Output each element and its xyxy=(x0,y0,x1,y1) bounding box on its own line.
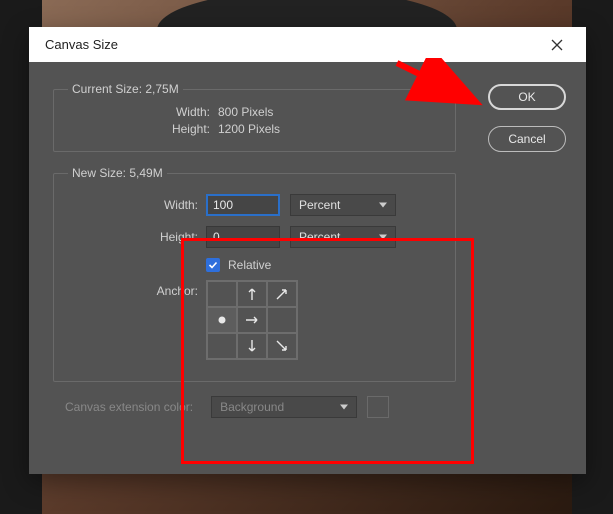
new-height-label: Height: xyxy=(68,230,206,244)
anchor-grid[interactable] xyxy=(206,280,298,360)
width-unit-value: Percent xyxy=(299,198,340,212)
current-size-group: Current Size: 2,75M Width: 800 Pixels He… xyxy=(53,82,456,152)
anchor-top-left[interactable] xyxy=(207,281,237,307)
anchor-left[interactable] xyxy=(207,307,237,333)
width-input[interactable] xyxy=(206,194,280,216)
height-unit-select[interactable]: Percent xyxy=(290,226,396,248)
anchor-bottom-right[interactable] xyxy=(267,333,297,359)
anchor-right[interactable] xyxy=(267,307,297,333)
current-width-label: Width: xyxy=(68,105,218,119)
new-size-legend: New Size: 5,49M xyxy=(68,166,167,180)
anchor-top-right[interactable] xyxy=(267,281,297,307)
dialog-title: Canvas Size xyxy=(45,37,538,52)
chevron-down-icon xyxy=(379,203,387,208)
current-height-label: Height: xyxy=(68,122,218,136)
close-icon xyxy=(551,39,563,51)
canvas-extension-select[interactable]: Background xyxy=(211,396,357,418)
height-unit-value: Percent xyxy=(299,230,340,244)
new-size-group: New Size: 5,49M Width: Percent Height: P… xyxy=(53,166,456,382)
relative-label: Relative xyxy=(228,258,271,272)
anchor-bottom-left[interactable] xyxy=(207,333,237,359)
close-button[interactable] xyxy=(538,31,576,59)
current-height-value: 1200 Pixels xyxy=(218,122,280,136)
anchor-bottom[interactable] xyxy=(237,333,267,359)
canvas-extension-label: Canvas extension color: xyxy=(65,400,201,414)
current-width-value: 800 Pixels xyxy=(218,105,273,119)
anchor-label: Anchor: xyxy=(68,280,206,298)
anchor-top[interactable] xyxy=(237,281,267,307)
relative-checkbox[interactable] xyxy=(206,258,220,272)
new-width-label: Width: xyxy=(68,198,206,212)
canvas-extension-value: Background xyxy=(220,400,284,414)
anchor-center[interactable] xyxy=(237,307,267,333)
canvas-extension-swatch[interactable] xyxy=(367,396,389,418)
ok-button[interactable]: OK xyxy=(488,84,566,110)
canvas-size-dialog: Canvas Size Current Size: 2,75M Width: 8… xyxy=(29,27,586,474)
width-unit-select[interactable]: Percent xyxy=(290,194,396,216)
chevron-down-icon xyxy=(379,235,387,240)
height-input[interactable] xyxy=(206,226,280,248)
titlebar: Canvas Size xyxy=(29,27,586,62)
canvas-extension-row: Canvas extension color: Background xyxy=(65,396,586,418)
current-size-legend: Current Size: 2,75M xyxy=(68,82,183,96)
cancel-button[interactable]: Cancel xyxy=(488,126,566,152)
chevron-down-icon xyxy=(340,405,348,410)
